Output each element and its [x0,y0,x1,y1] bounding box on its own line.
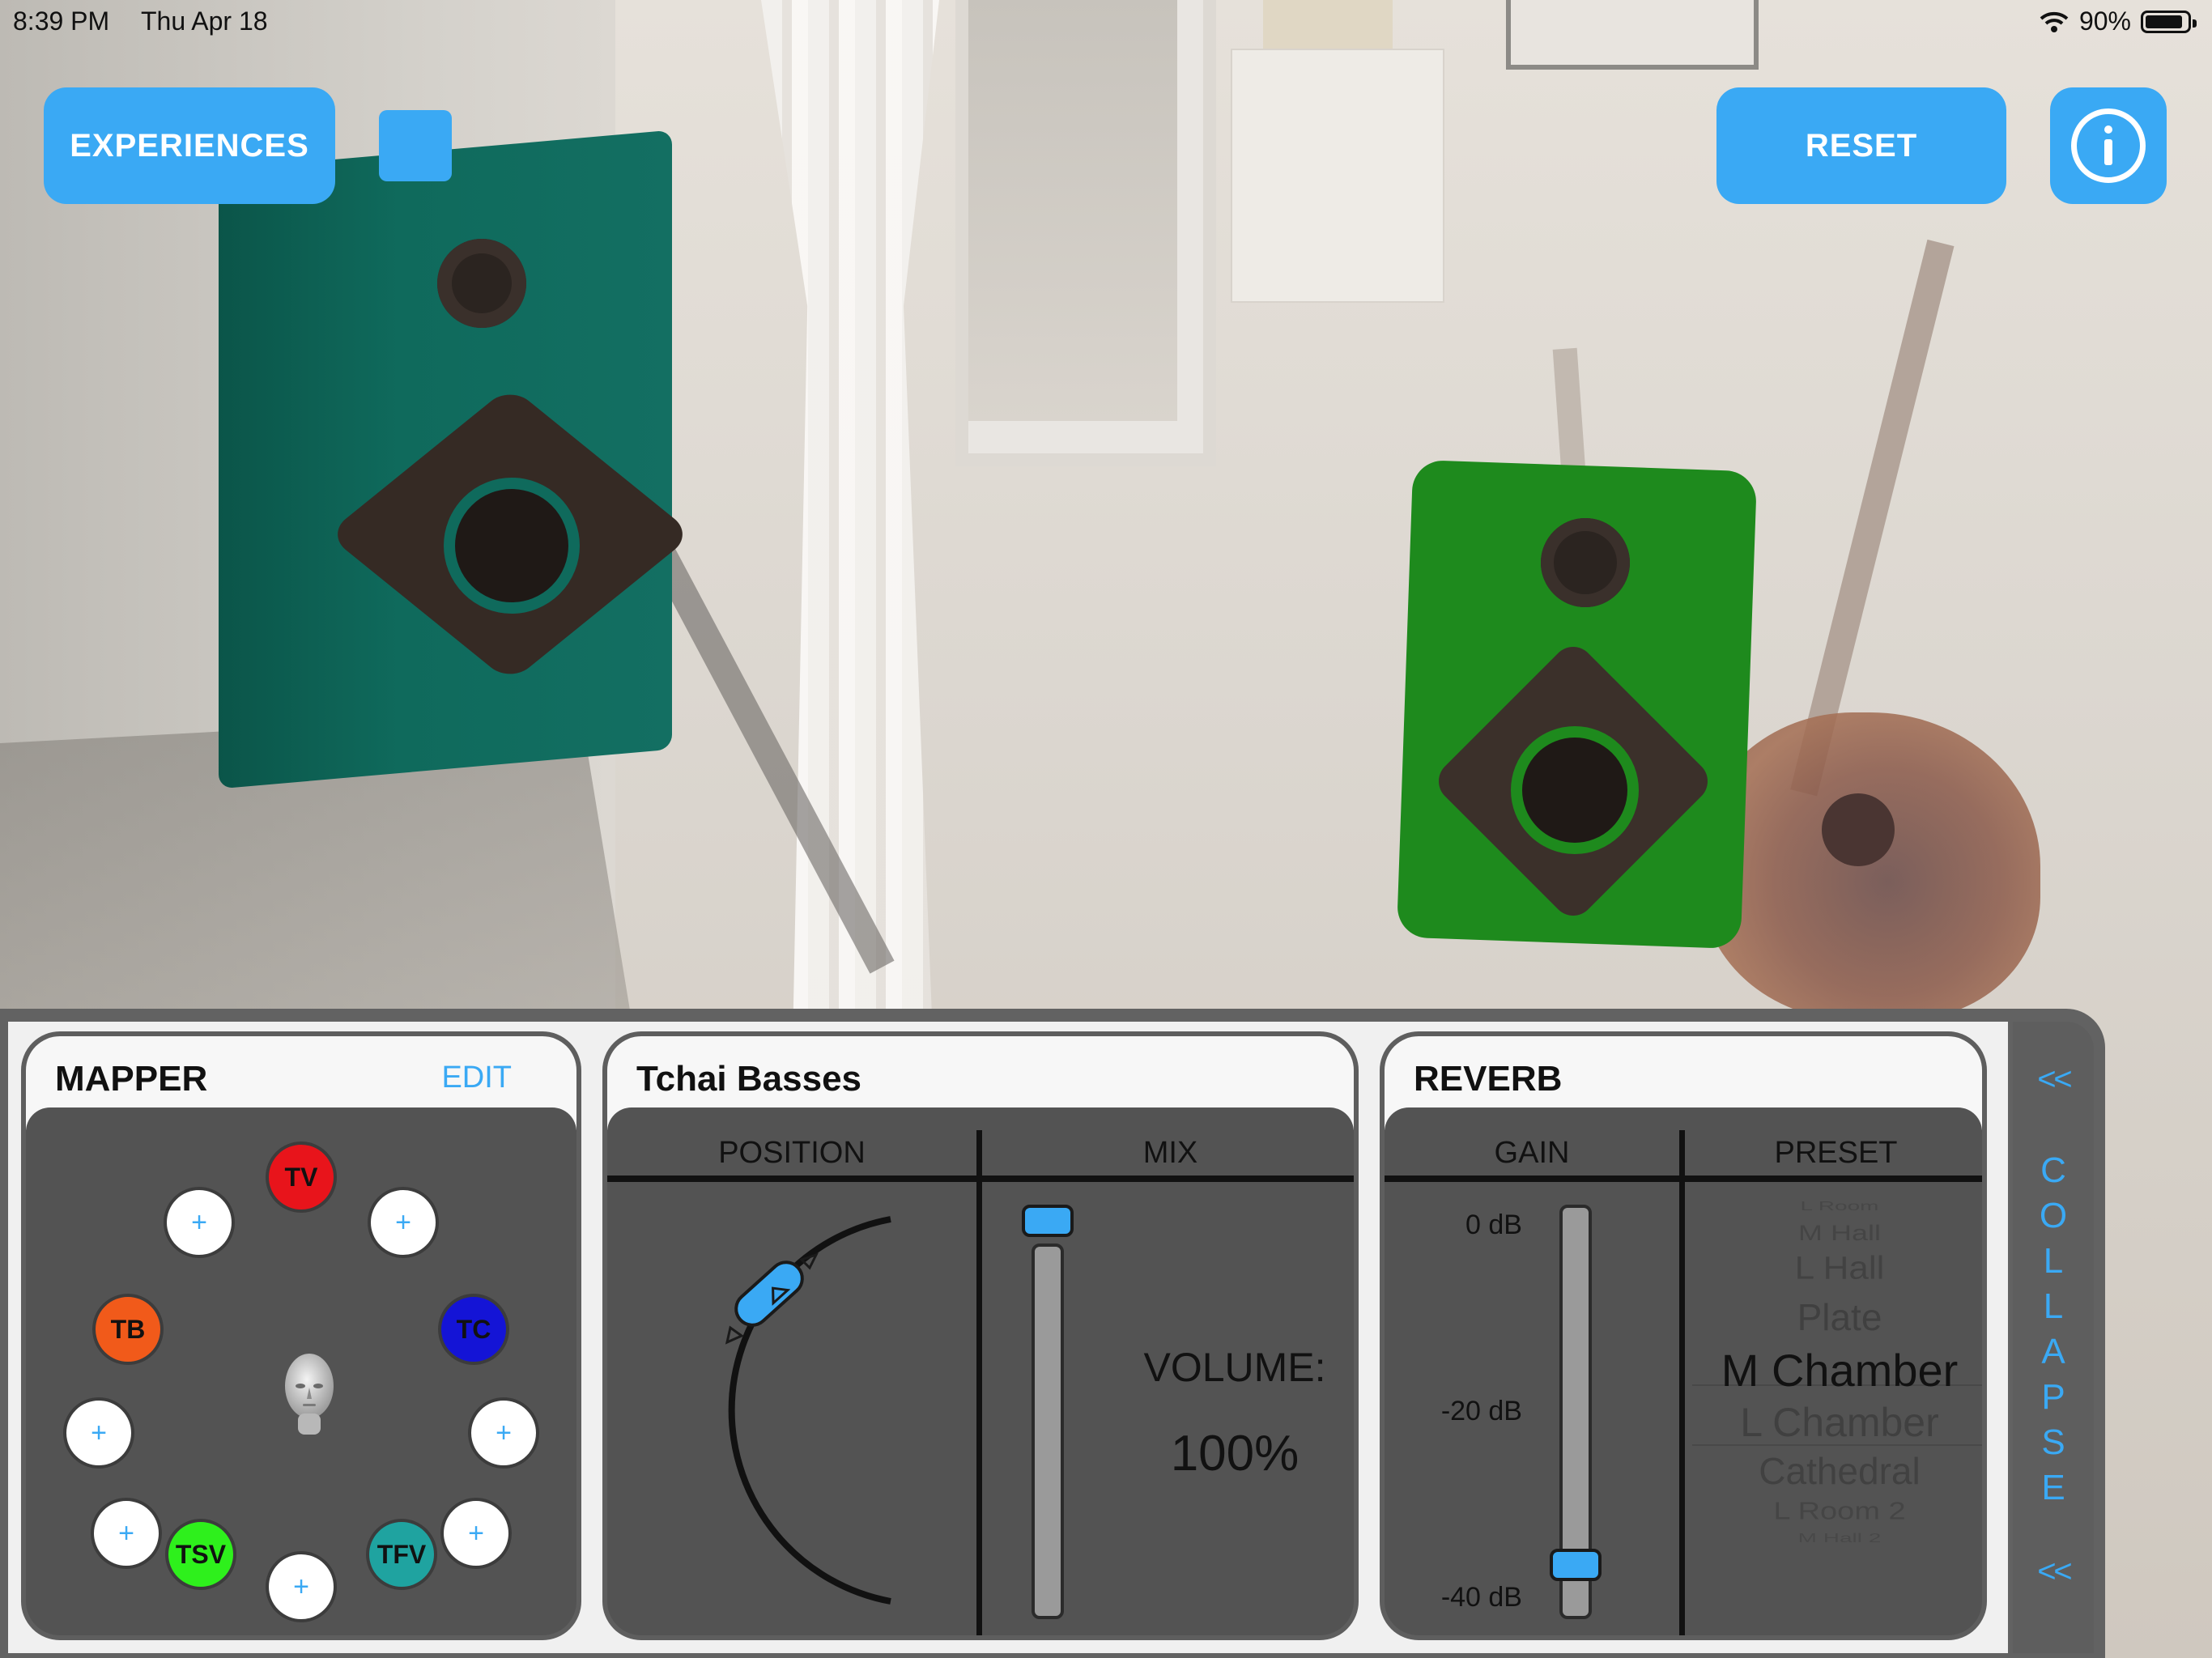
add-source-button[interactable]: + [164,1187,235,1258]
column-divider [976,1130,982,1635]
collapse-letter: C [2040,1150,2066,1190]
collapse-letter: E [2041,1468,2065,1507]
speaker-green-cone [1511,726,1639,854]
status-indicators: 90% [2039,6,2197,36]
node-label: TFV [376,1539,427,1569]
preset-header: PRESET [1774,1136,1898,1170]
mapper-header: MAPPER EDIT [26,1036,576,1132]
mix-slider-thumb[interactable] [1022,1205,1074,1237]
wifi-icon [2040,11,2069,32]
reverb-card: REVERB GAIN PRESET 0 dB -20 dB -40 dB L … [1380,1031,1987,1640]
position-arc[interactable] [680,1206,947,1611]
source-card: Tchai Basses POSITION MIX VOLUME: 100% [602,1031,1359,1640]
position-handle[interactable] [730,1256,809,1332]
preset-option[interactable]: L Room [1692,1199,1982,1214]
add-source-button[interactable]: + [91,1498,162,1569]
add-source-button[interactable]: + [63,1397,134,1469]
add-source-button[interactable]: + [440,1498,512,1569]
preset-option[interactable]: L Hall [1692,1251,1982,1287]
node-label: TB [110,1314,146,1344]
node-label: TV [284,1162,318,1192]
preset-option[interactable]: M Hall [1692,1220,1982,1246]
node-label: TC [456,1314,491,1344]
position-header: POSITION [718,1136,866,1170]
gain-header: GAIN [1494,1136,1570,1170]
reverb-title: REVERB [1414,1059,1563,1099]
mapper-node-tfv[interactable]: TFV [366,1519,437,1590]
source-header: Tchai Basses [607,1036,1354,1132]
collapse-letter: O [2039,1196,2068,1235]
speaker-teal-cone [444,478,580,614]
speaker-green-tweeter [1541,518,1630,607]
gain-tick-mid: -20 dB [1440,1396,1522,1426]
add-source-button[interactable]: + [468,1397,539,1469]
collapse-arrow-bottom-icon: << [2036,1556,2073,1592]
collapse-button[interactable]: << C O L L A P S E << [2013,1022,2094,1653]
add-source-button[interactable]: + [368,1187,439,1258]
square-button[interactable] [379,110,452,181]
mapper-node-tb[interactable]: TB [92,1294,164,1365]
collapse-letter: A [2041,1332,2065,1371]
arc-arrow-down-icon [725,1325,745,1345]
preset-option[interactable]: M Hall 2 [1692,1531,1982,1545]
column-header-rule [1385,1175,1982,1182]
reverb-header: REVERB [1385,1036,1982,1132]
edit-button[interactable]: EDIT [441,1061,512,1095]
mapper-title: MAPPER [55,1059,208,1099]
preset-option-selected[interactable]: M Chamber [1692,1344,1982,1397]
info-icon [2071,108,2146,183]
mapper-node-tc[interactable]: TC [438,1294,509,1365]
preset-option[interactable]: Cathedral [1692,1449,1982,1493]
collapse-letter: L [2043,1286,2064,1326]
curtain [761,0,939,1020]
collapse-letter: S [2041,1422,2065,1462]
gain-slider-thumb[interactable] [1550,1548,1602,1581]
preset-option[interactable]: Plate [1692,1295,1982,1339]
info-button[interactable] [2050,87,2167,204]
preset-picker[interactable]: L Room M Hall L Hall Plate M Chamber L C… [1692,1182,1982,1627]
collapse-arrow-top-icon: << [2036,1064,2073,1100]
speaker-teal-tweeter [437,239,526,328]
mapper-node-tsv[interactable]: TSV [165,1519,236,1590]
status-bar: 8:39 PM Thu Apr 18 90% [0,0,2212,42]
source-title: Tchai Basses [636,1059,862,1099]
listener-head-icon [285,1354,334,1435]
volume-value: 100% [1170,1426,1300,1482]
status-date: Thu Apr 18 [141,6,268,36]
wall-calendar [1231,49,1444,303]
experiences-button[interactable]: EXPERIENCES [44,87,335,204]
window-glass [968,0,1177,421]
column-header-rule [607,1175,1354,1182]
collapse-label: C O L L A P S E [2013,1151,2094,1507]
node-label: TSV [175,1539,227,1569]
guitar-soundhole [1822,793,1895,866]
gain-tick-top: 0 dB [1465,1209,1522,1240]
status-time: 8:39 PM [13,6,110,36]
mapper-node-tv[interactable]: TV [266,1141,337,1213]
reset-button[interactable]: RESET [1716,87,2006,204]
gain-tick-bottom: -40 dB [1440,1582,1522,1613]
volume-label: VOLUME: [1143,1345,1326,1390]
add-source-button[interactable]: + [266,1551,337,1622]
collapse-letter: P [2041,1377,2065,1417]
mix-header: MIX [1142,1136,1198,1170]
preset-option[interactable]: L Room 2 [1692,1498,1982,1525]
battery-icon [2141,10,2197,33]
mapper-card: MAPPER EDIT TV TC TFV TSV TB + + + + + +… [21,1031,581,1640]
battery-percent: 90% [2078,6,2131,36]
collapse-letter: L [2043,1241,2064,1281]
preset-option[interactable]: L Chamber [1692,1399,1982,1446]
mix-slider-track[interactable] [1032,1244,1064,1619]
column-divider [1679,1130,1685,1635]
acoustic-guitar-body [1700,712,2040,1020]
